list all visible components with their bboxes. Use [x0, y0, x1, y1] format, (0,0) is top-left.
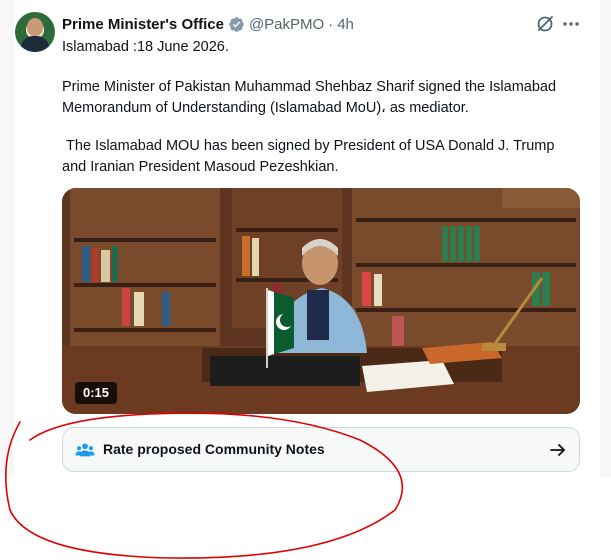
post-time[interactable]: 4h: [337, 16, 354, 33]
author-handle[interactable]: @PakPMO: [249, 16, 324, 33]
people-icon: [75, 443, 95, 457]
video-frame: [62, 188, 580, 414]
red-annotation-circle: [5, 412, 404, 559]
verified-badge-icon: [229, 16, 244, 32]
tweet-card: Prime Minister's Office @PakPMO · 4h Isl…: [0, 0, 611, 560]
rate-community-notes-button[interactable]: Rate proposed Community Notes: [62, 427, 580, 472]
grok-icon[interactable]: [535, 14, 555, 34]
video-player[interactable]: [62, 188, 580, 414]
video-duration-badge: 0:15: [75, 382, 118, 404]
left-gutter: [0, 0, 14, 477]
tweet-header: Prime Minister's Office @PakPMO · 4h: [62, 14, 354, 34]
more-icon[interactable]: [561, 14, 581, 34]
avatar-face: [27, 18, 43, 36]
author-name[interactable]: Prime Minister's Office: [62, 16, 224, 33]
post-text-paragraph-1: Prime Minister of Pakistan Muhammad Sheh…: [62, 79, 557, 116]
separator-dot: ·: [328, 15, 334, 33]
right-gutter: [600, 0, 611, 477]
arrow-right-icon: [550, 444, 565, 456]
avatar-suit: [21, 36, 49, 52]
post-text-date: Islamabad :18 June 2026.: [62, 39, 229, 55]
avatar[interactable]: [15, 12, 55, 52]
community-notes-label: Rate proposed Community Notes: [103, 441, 325, 457]
post-text-paragraph-2: The Islamabad MOU has been signed by Pre…: [62, 138, 559, 175]
